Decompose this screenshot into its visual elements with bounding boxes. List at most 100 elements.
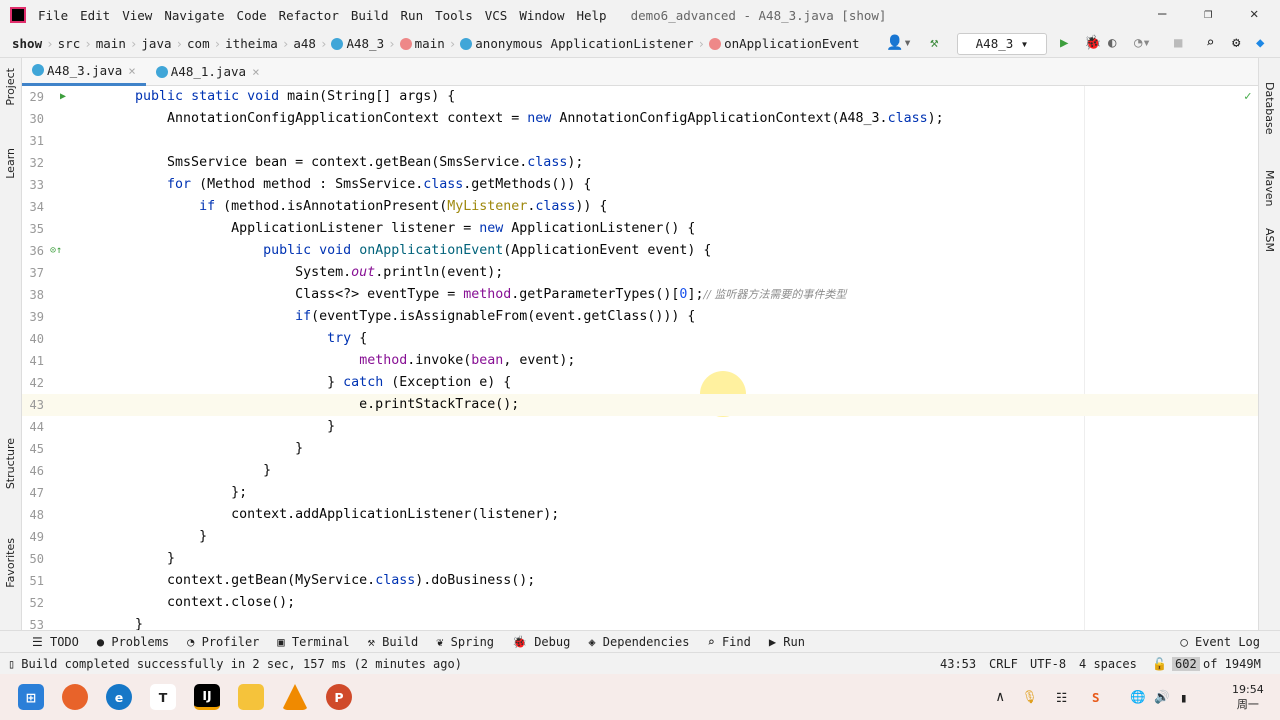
breadcrumb-item[interactable]: A48_3 [331, 36, 384, 51]
caret-position[interactable]: 43:53 [940, 657, 976, 671]
menu-refactor[interactable]: Refactor [279, 8, 339, 23]
lock-icon[interactable]: 🔓 [1152, 657, 1167, 671]
code-line: 35 ApplicationListener listener = new Ap… [22, 218, 1258, 240]
tool-window-todo[interactable]: ☰ TODO [32, 635, 79, 649]
plugin-icon[interactable]: ◆ [1256, 35, 1264, 51]
menu-window[interactable]: Window [519, 8, 564, 23]
show-hidden-icons[interactable]: ∧ [996, 689, 1004, 705]
event-log-button[interactable]: ◯ Event Log [1181, 635, 1260, 649]
tool-window-problems[interactable]: ● Problems [97, 635, 169, 649]
volume-icon[interactable]: 🔊 [1154, 689, 1170, 705]
debug-icon: 🐞 [512, 634, 535, 649]
menu-edit[interactable]: Edit [80, 8, 110, 23]
coverage-icon[interactable]: ◐ [1108, 35, 1116, 51]
tool-window-label: Terminal [291, 634, 350, 649]
intellij-icon[interactable]: IJ [194, 684, 220, 710]
status-message[interactable]: Build completed successfully in 2 sec, 1… [21, 657, 462, 671]
code-text: e.printStackTrace(); [103, 394, 519, 416]
file-encoding[interactable]: UTF-8 [1030, 657, 1066, 671]
code-editor[interactable]: ✓ 29 public static void main(String[] ar… [22, 86, 1258, 630]
typora-icon[interactable]: T [150, 684, 176, 710]
tool-window-run[interactable]: ▶ Run [769, 635, 805, 649]
debug-icon[interactable]: 🐞 [1084, 35, 1101, 51]
menu-build[interactable]: Build [351, 8, 389, 23]
code-token: ApplicationListener listener = [103, 221, 480, 236]
edge-icon[interactable]: e [106, 684, 132, 710]
favorites-tool-button[interactable]: Favorites [4, 538, 17, 588]
build-hammer-icon[interactable]: ⚒ [930, 35, 938, 51]
firefox-icon[interactable] [62, 684, 88, 710]
breadcrumb-item[interactable]: a48 [293, 36, 316, 51]
close-tab-icon[interactable]: × [252, 64, 260, 79]
memory-used[interactable]: 602 [1172, 656, 1200, 671]
breadcrumb-item[interactable]: src [58, 36, 81, 51]
file-explorer-icon[interactable] [238, 684, 264, 710]
restore-button[interactable]: ❐ [1204, 6, 1212, 22]
breadcrumb-separator-icon: › [213, 36, 222, 51]
network-icon[interactable]: 🌐 [1130, 689, 1146, 705]
powerpoint-icon[interactable]: P [326, 684, 352, 710]
status-bar: ▯ Build completed successfully in 2 sec,… [0, 652, 1280, 674]
override-gutter-icon[interactable]: ⊙↑ [50, 240, 62, 262]
line-separator[interactable]: CRLF [989, 657, 1018, 671]
microphone-icon[interactable]: 🎙 [1022, 689, 1038, 705]
learn-tool-button[interactable]: Learn [4, 148, 17, 179]
battery-icon[interactable]: ▮ [1180, 690, 1188, 705]
user-icon[interactable]: 👤▾ [886, 35, 912, 51]
menu-vcs[interactable]: VCS [485, 8, 508, 23]
line-number: 49 [29, 530, 44, 544]
close-tab-icon[interactable]: × [128, 63, 136, 78]
ime-icon[interactable]: ☷ [1056, 690, 1067, 705]
tab-a48_3-java[interactable]: A48_3.java × [22, 58, 146, 86]
start-icon[interactable]: ⊞ [18, 684, 44, 710]
breadcrumb-item[interactable]: anonymous ApplicationListener [460, 36, 694, 51]
find-icon: ⌕ [707, 634, 722, 649]
tool-window-debug[interactable]: 🐞 Debug [512, 635, 570, 649]
structure-tool-button[interactable]: Structure [4, 438, 17, 489]
tool-window-dependencies[interactable]: ◈ Dependencies [588, 635, 689, 649]
code-line: 46 } [22, 460, 1258, 482]
run-configuration-select[interactable]: A48_3 ▾ [957, 33, 1047, 55]
tool-window-find[interactable]: ⌕ Find [707, 635, 750, 649]
menu-help[interactable]: Help [576, 8, 606, 23]
database-tool-button[interactable]: Database [1263, 82, 1276, 135]
menu-run[interactable]: Run [401, 8, 424, 23]
stop-icon[interactable]: ■ [1174, 35, 1182, 51]
run-gutter-icon[interactable]: ▶ [60, 86, 66, 108]
breadcrumb-item[interactable]: com [187, 36, 210, 51]
tool-window-build[interactable]: ⚒ Build [368, 635, 419, 649]
menu-file[interactable]: File [38, 8, 68, 23]
breadcrumb-item[interactable]: itheima [225, 36, 278, 51]
menu-tools[interactable]: Tools [435, 8, 473, 23]
menu-view[interactable]: View [122, 8, 152, 23]
tab-a48_1-java[interactable]: A48_1.java × [146, 58, 270, 86]
tool-window-terminal[interactable]: ▣ Terminal [277, 635, 349, 649]
run-icon[interactable]: ▶ [1060, 35, 1068, 51]
breadcrumb-item[interactable]: main [399, 36, 445, 51]
code-line: 33 for (Method method : SmsService.class… [22, 174, 1258, 196]
tool-window-profiler[interactable]: ◔ Profiler [187, 635, 259, 649]
maven-tool-button[interactable]: Maven [1263, 170, 1276, 206]
code-token: }; [103, 485, 248, 500]
breadcrumb-item[interactable]: onApplicationEvent [709, 36, 860, 51]
code-token: MyListener [447, 199, 528, 214]
sogou-icon[interactable]: S [1092, 690, 1100, 705]
tool-window-spring[interactable]: ❦ Spring [436, 635, 494, 649]
left-tool-strip: Project Learn Structure Favorites [0, 58, 22, 662]
line-number: 47 [29, 486, 44, 500]
asm-tool-button[interactable]: ASM [1263, 228, 1276, 252]
minimize-button[interactable]: — [1158, 6, 1166, 22]
profile-icon[interactable]: ◔▾ [1134, 35, 1151, 51]
gear-icon[interactable]: ⚙ [1232, 35, 1240, 51]
close-button[interactable]: ✕ [1250, 6, 1258, 22]
menu-navigate[interactable]: Navigate [164, 8, 224, 23]
menu-code[interactable]: Code [237, 8, 267, 23]
project-tool-button[interactable]: Project [4, 68, 17, 106]
breadcrumb-item[interactable]: show [12, 36, 42, 51]
clock[interactable]: 19:54 周一 [1232, 683, 1264, 712]
breadcrumb-item[interactable]: main [96, 36, 126, 51]
indent-setting[interactable]: 4 spaces [1079, 657, 1137, 671]
breadcrumb-item[interactable]: java [141, 36, 171, 51]
vlc-icon[interactable] [282, 684, 308, 710]
search-icon[interactable]: ⌕ [1206, 35, 1214, 51]
